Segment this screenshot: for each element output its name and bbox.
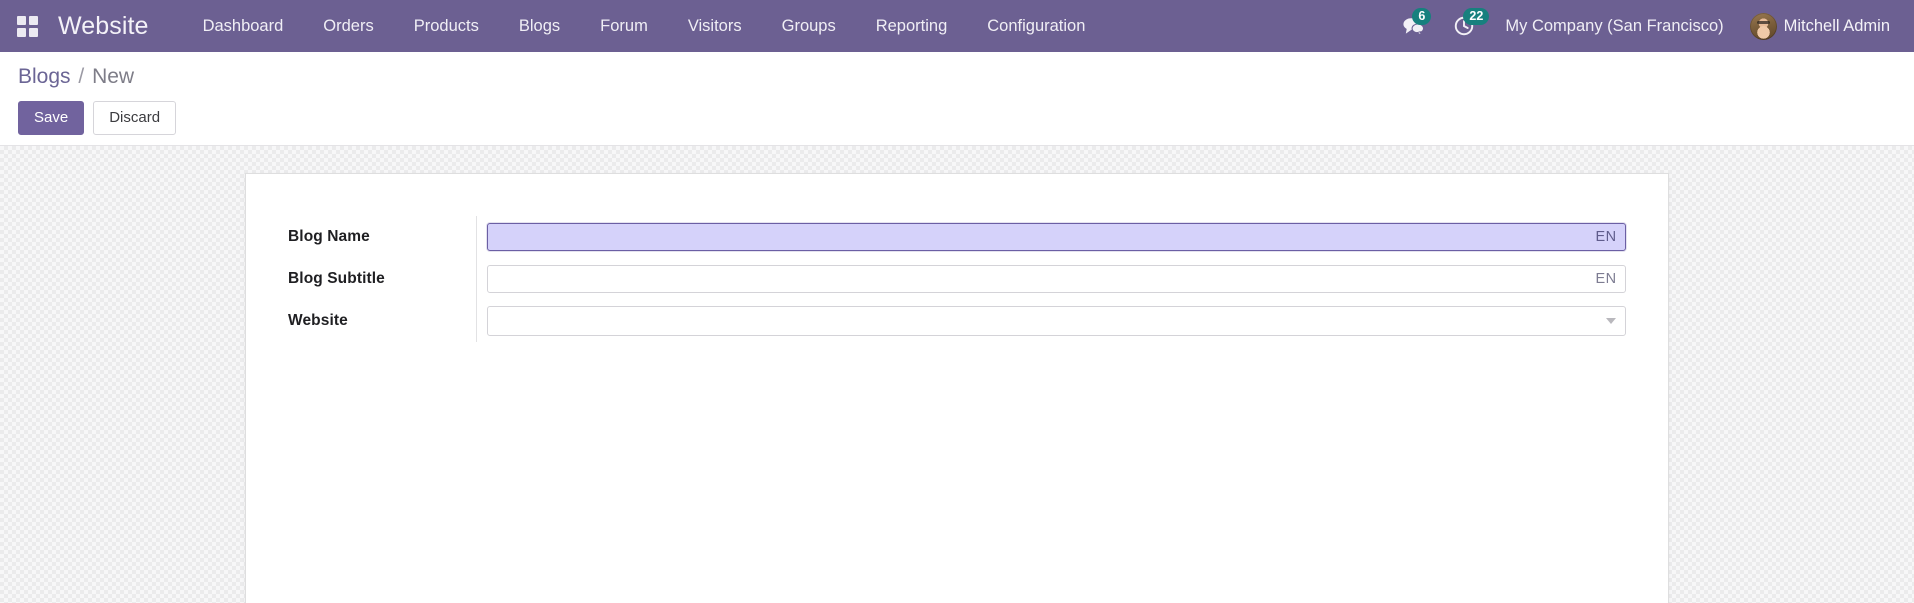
label-website: Website [288, 312, 348, 329]
menu-item-dashboard[interactable]: Dashboard [183, 0, 304, 52]
company-switcher[interactable]: My Company (San Francisco) [1489, 0, 1739, 52]
grid-square-4 [28, 27, 38, 37]
menu-item-reporting[interactable]: Reporting [856, 0, 968, 52]
menu-item-orders[interactable]: Orders [303, 0, 393, 52]
form-sheet: Blog Name EN Blog Subtitle EN Website [245, 173, 1669, 603]
breadcrumb-separator: / [78, 65, 85, 88]
discard-button[interactable]: Discard [93, 101, 177, 135]
label-cell-blog-name: Blog Name [268, 216, 476, 258]
label-cell-blog-subtitle: Blog Subtitle [268, 258, 476, 300]
field-cell-website [475, 300, 1628, 342]
field-wrap-blog-subtitle: EN [486, 265, 1626, 293]
breadcrumb-item-blogs[interactable]: Blogs [18, 65, 71, 88]
grid-square-3 [16, 27, 26, 37]
navbar-right-tools: 6 22 My Company (San Francisco) Mitchell… [1388, 0, 1896, 52]
field-cell-blog-name: EN [475, 216, 1628, 258]
menu-item-configuration[interactable]: Configuration [967, 0, 1105, 52]
blog-subtitle-input[interactable] [486, 265, 1626, 293]
messages-menu[interactable]: 6 [1388, 0, 1439, 52]
menu-item-products[interactable]: Products [394, 0, 499, 52]
blog-name-input[interactable] [486, 223, 1626, 251]
menu-item-blogs[interactable]: Blogs [499, 0, 580, 52]
label-blog-name: Blog Name [288, 228, 370, 245]
blog-form: Blog Name EN Blog Subtitle EN Website [268, 216, 1628, 342]
menu-item-forum[interactable]: Forum [580, 0, 668, 52]
activities-count-badge: 22 [1463, 8, 1490, 25]
form-row-blog-subtitle: Blog Subtitle EN [268, 258, 1628, 300]
save-button[interactable]: Save [18, 101, 85, 135]
field-wrap-blog-name: EN [486, 223, 1626, 251]
apps-grid-icon[interactable] [10, 9, 44, 43]
activities-menu[interactable]: 22 [1439, 0, 1490, 52]
grid-square-1 [16, 15, 26, 25]
form-row-website: Website [268, 300, 1628, 342]
main-menu: Dashboard Orders Products Blogs Forum Vi… [183, 0, 1106, 52]
field-wrap-website [486, 306, 1626, 336]
breadcrumb: Blogs / New [18, 64, 1896, 90]
content-area: Blog Name EN Blog Subtitle EN Website [0, 146, 1914, 603]
form-row-blog-name: Blog Name EN [268, 216, 1628, 258]
user-menu[interactable]: Mitchell Admin [1740, 12, 1896, 40]
website-select[interactable] [486, 306, 1626, 336]
menu-item-visitors[interactable]: Visitors [668, 0, 762, 52]
control-panel: Blogs / New Save Discard [0, 52, 1914, 146]
breadcrumb-item-new: New [92, 65, 135, 88]
user-name-label: Mitchell Admin [1783, 16, 1890, 35]
messages-count-badge: 6 [1412, 8, 1432, 25]
avatar [1749, 12, 1777, 40]
field-cell-blog-subtitle: EN [475, 258, 1628, 300]
top-navbar: Website Dashboard Orders Products Blogs … [0, 0, 1914, 52]
menu-item-groups[interactable]: Groups [762, 0, 856, 52]
app-brand-website[interactable]: Website [58, 12, 149, 41]
grid-square-2 [28, 15, 38, 25]
record-action-buttons: Save Discard [18, 101, 1896, 135]
label-blog-subtitle: Blog Subtitle [288, 270, 385, 287]
label-cell-website: Website [268, 300, 476, 342]
apps-grid-glyph [16, 15, 38, 37]
